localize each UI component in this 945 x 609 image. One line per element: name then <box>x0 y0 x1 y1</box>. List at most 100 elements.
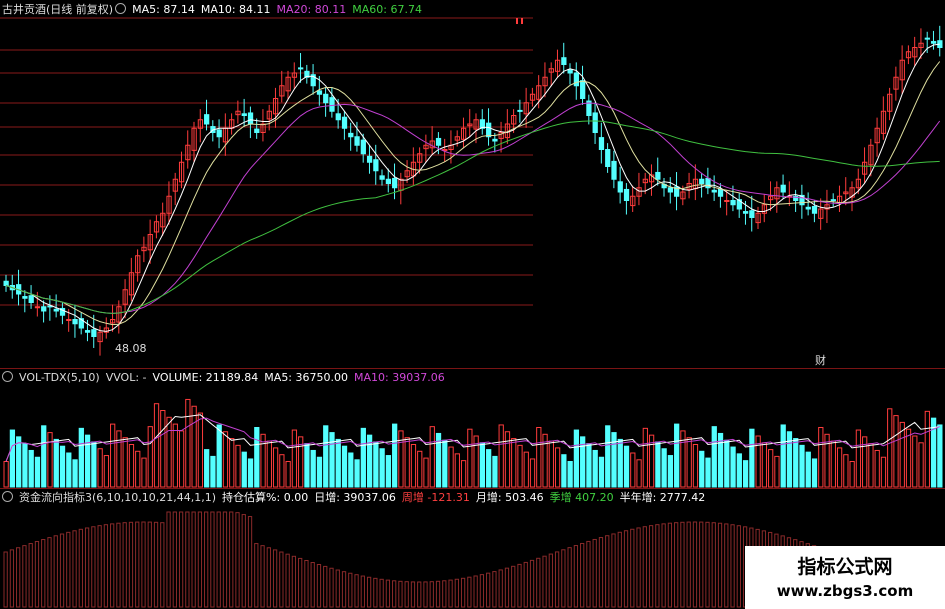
volume-bar <box>204 449 210 488</box>
volume-bar <box>486 449 492 488</box>
fund-bar <box>210 511 215 608</box>
volume-bar <box>592 449 598 488</box>
candle-body <box>204 114 210 125</box>
candle-body <box>354 136 360 146</box>
candle-body <box>316 90 323 95</box>
price-chart <box>0 17 943 356</box>
volume-bar <box>523 451 529 488</box>
fund-bar <box>229 511 234 608</box>
volume-bar <box>448 446 454 488</box>
fund-bar <box>141 521 146 608</box>
candle-body <box>216 129 222 138</box>
volume-bar <box>323 425 329 488</box>
fund-bar <box>423 581 428 608</box>
volume-bar <box>172 423 178 488</box>
fund-bar <box>272 549 278 608</box>
fund-bar <box>674 522 679 608</box>
fund-bar <box>410 581 416 608</box>
volume-bar <box>310 449 316 488</box>
volume-bar <box>924 410 930 488</box>
volume-bar <box>59 445 66 488</box>
fund-bar <box>567 547 572 608</box>
fund-bar <box>197 511 203 608</box>
fund-bar <box>598 537 604 608</box>
marker-tick <box>516 18 518 24</box>
volume-bar <box>893 415 899 488</box>
volume-bar <box>316 456 323 488</box>
fund-bar <box>91 526 96 608</box>
volume-bar <box>34 456 41 488</box>
volume-bar <box>348 452 354 488</box>
volume-bar <box>141 457 147 488</box>
fund-bar <box>185 511 190 608</box>
volume-bar <box>341 445 348 488</box>
volume-bar <box>247 458 254 488</box>
fund-bar <box>392 580 397 608</box>
candle-body <box>254 128 260 134</box>
candle-body <box>341 116 348 129</box>
volume-bar <box>504 431 511 488</box>
volume-bar <box>692 444 699 488</box>
fund-bar <box>222 511 228 608</box>
fund-bar <box>34 541 40 608</box>
volume-bar <box>97 448 103 488</box>
volume-bar <box>730 446 736 488</box>
volume-bar <box>16 436 22 488</box>
volume-bar <box>429 426 435 488</box>
fund-bar <box>711 522 716 608</box>
volume-bar <box>373 441 379 488</box>
volume-bar <box>116 430 122 488</box>
volume-bar <box>417 450 423 488</box>
candle-body <box>617 181 623 193</box>
fund-bar <box>479 574 485 608</box>
volume-bar <box>561 454 567 488</box>
fund-bar <box>285 553 290 608</box>
ma20-line <box>5 102 941 314</box>
volume-bar <box>166 416 172 488</box>
fund-bar <box>254 543 259 608</box>
fund-bar <box>492 571 497 608</box>
candle-body <box>580 80 586 100</box>
volume-bar <box>655 441 661 488</box>
volume-panel: VOL-TDX(5,10) VVOL: - VOLUME: 21189.84 MA5:… <box>0 369 945 488</box>
fund-bar <box>316 564 322 608</box>
volume-bar <box>843 454 849 488</box>
candle-body <box>373 159 379 172</box>
volume-bar <box>874 449 880 488</box>
candle-body <box>323 93 329 104</box>
fund-bar <box>41 539 46 608</box>
fund-bar <box>504 567 510 608</box>
volume-bar <box>423 457 429 488</box>
fund-bar <box>329 567 334 608</box>
volume-bar <box>135 450 141 488</box>
volume-bar <box>241 451 247 488</box>
candle-body <box>930 41 937 44</box>
volume-bar <box>548 440 554 488</box>
volume-bar <box>905 428 912 488</box>
fund-bar <box>573 545 579 608</box>
finance-marker: 财 <box>815 354 826 367</box>
fund-bar <box>536 557 541 608</box>
candle-body <box>605 149 611 167</box>
volume-bar <box>674 423 680 488</box>
volume-bar <box>266 440 272 488</box>
volume-bar <box>517 444 523 488</box>
candle-body <box>22 296 28 299</box>
fund-bar <box>580 542 585 608</box>
volume-bar <box>122 437 128 488</box>
volume-bar <box>567 461 573 488</box>
fund-bar <box>435 580 441 608</box>
low-price-label: 48.08 <box>115 342 147 355</box>
candle-body <box>699 178 705 184</box>
fund-bar <box>128 521 134 608</box>
watermark-title: 指标公式网 <box>797 556 893 578</box>
fund-bar <box>586 540 591 608</box>
volume-bar <box>887 408 893 488</box>
candle-body <box>592 112 598 133</box>
volume-bar <box>498 424 504 488</box>
fund-bar <box>385 579 391 608</box>
candle-body <box>780 184 786 193</box>
fund-bar <box>22 545 27 608</box>
volume-bar <box>185 398 191 488</box>
candle-body <box>811 205 818 214</box>
